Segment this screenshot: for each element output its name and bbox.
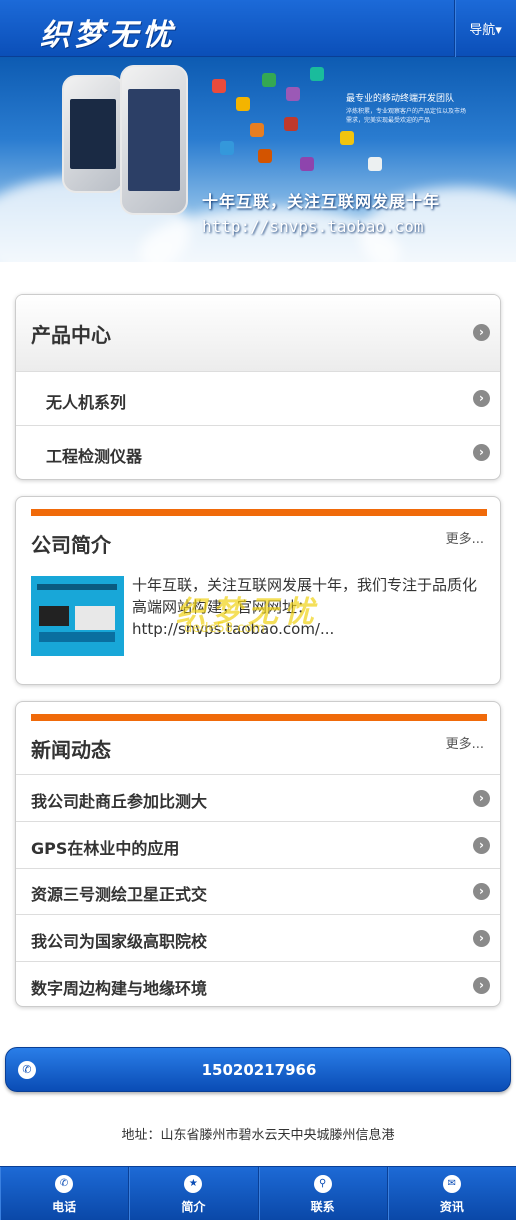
- app-icon: [212, 79, 226, 93]
- product-center-header[interactable]: 产品中心 ›: [16, 295, 500, 371]
- app-icon: [340, 131, 354, 145]
- app-icon: [284, 117, 298, 131]
- banner-small-text: 淬炼积累，专业观察客户的产品定位以及市场需求，完美实现最受欢迎的产品: [346, 108, 467, 124]
- phone-illustration: [120, 65, 188, 215]
- app-icon: [262, 73, 276, 87]
- chevron-right-icon: ›: [473, 930, 490, 947]
- product-item-label: 无人机系列: [46, 393, 127, 412]
- news-item[interactable]: 我公司为国家级高职院校 ›: [16, 914, 500, 961]
- news-card: 新闻动态 更多... 我公司赴商丘参加比测大 › GPS在林业中的应用 › 资源…: [15, 701, 501, 1007]
- watermark-url: dede58.com: [184, 621, 265, 636]
- location-pin-icon: ⚲: [313, 1175, 332, 1193]
- chevron-right-icon: ›: [473, 324, 490, 341]
- tab-phone[interactable]: ✆ 电话: [0, 1167, 130, 1220]
- phone-number: 15020217966: [201, 1061, 317, 1079]
- chevron-right-icon: ›: [473, 444, 490, 461]
- tab-label: 简介: [181, 1200, 206, 1214]
- chevron-right-icon: ›: [473, 837, 490, 854]
- app-icon: [300, 157, 314, 171]
- product-center-title: 产品中心: [31, 323, 111, 347]
- banner-title: 十年互联，关注互联网发展十年: [202, 192, 441, 211]
- app-icon: [258, 149, 272, 163]
- product-center-card: 产品中心 › 无人机系列 › 工程检测仪器 ›: [15, 294, 501, 480]
- tab-intro[interactable]: ★ 简介: [129, 1167, 259, 1220]
- about-more-link[interactable]: 更多...: [446, 528, 484, 547]
- tab-news[interactable]: ✉ 资讯: [388, 1167, 516, 1220]
- app-icon: [310, 67, 324, 81]
- banner-team-text: 最专业的移动终端开发团队: [346, 94, 455, 104]
- phone-icon: ✆: [55, 1175, 74, 1193]
- chevron-right-icon: ›: [473, 977, 490, 994]
- call-button[interactable]: ✆ 15020217966: [5, 1047, 511, 1092]
- app-icon: [250, 123, 264, 137]
- section-accent-bar: [31, 714, 487, 721]
- hero-banner[interactable]: 最专业的移动终端开发团队 淬炼积累，专业观察客户的产品定位以及市场需求，完美实现…: [0, 57, 516, 262]
- news-item[interactable]: GPS在林业中的应用 ›: [16, 821, 500, 868]
- news-item-label: 资源三号测绘卫星正式交: [31, 885, 208, 904]
- banner-url: http://snvps.taobao.com: [202, 217, 424, 236]
- app-icon: [286, 87, 300, 101]
- chevron-right-icon: ›: [473, 390, 490, 407]
- site-logo[interactable]: 织梦无忧: [40, 10, 176, 54]
- tab-label: 电话: [52, 1200, 77, 1214]
- tab-label: 资讯: [439, 1200, 464, 1214]
- phone-illustration: [62, 75, 124, 193]
- product-item[interactable]: 工程检测仪器 ›: [16, 425, 500, 479]
- news-item-label: GPS在林业中的应用: [31, 839, 180, 858]
- news-more-link[interactable]: 更多...: [446, 733, 484, 752]
- footer-address: 地址：山东省滕州市碧水云天中央城滕州信息港: [121, 1128, 395, 1143]
- news-item[interactable]: 数字周边构建与地缘环境 ›: [16, 961, 500, 1006]
- bottom-nav: ✆ 电话 ★ 简介 ⚲ 联系 ✉ 资讯: [0, 1166, 516, 1220]
- nav-menu-button[interactable]: 导航▾: [454, 0, 516, 57]
- top-header: 织梦无忧 导航▾: [0, 0, 516, 57]
- news-item[interactable]: 资源三号测绘卫星正式交 ›: [16, 868, 500, 914]
- about-thumbnail[interactable]: [31, 576, 124, 656]
- product-item[interactable]: 无人机系列 ›: [16, 371, 500, 425]
- tab-label: 联系: [310, 1200, 335, 1214]
- about-title: 公司简介: [31, 533, 111, 557]
- app-icon: [368, 157, 382, 171]
- star-icon: ★: [184, 1175, 203, 1193]
- app-icon: [236, 97, 250, 111]
- section-accent-bar: [31, 509, 487, 516]
- chevron-right-icon: ›: [473, 883, 490, 900]
- news-title: 新闻动态: [31, 738, 111, 762]
- news-item-label: 我公司为国家级高职院校: [31, 932, 208, 951]
- about-card: 公司简介 更多... 十年互联，关注互联网发展十年，我们专注于品质化高端网站构建…: [15, 496, 501, 685]
- app-icon: [220, 141, 234, 155]
- news-item-label: 数字周边构建与地缘环境: [31, 979, 208, 998]
- news-item-label: 我公司赴商丘参加比测大: [31, 792, 208, 811]
- message-icon: ✉: [442, 1175, 461, 1193]
- tab-contact[interactable]: ⚲ 联系: [259, 1167, 388, 1220]
- chevron-right-icon: ›: [473, 790, 490, 807]
- product-item-label: 工程检测仪器: [46, 447, 143, 466]
- news-item[interactable]: 我公司赴商丘参加比测大 ›: [16, 774, 500, 821]
